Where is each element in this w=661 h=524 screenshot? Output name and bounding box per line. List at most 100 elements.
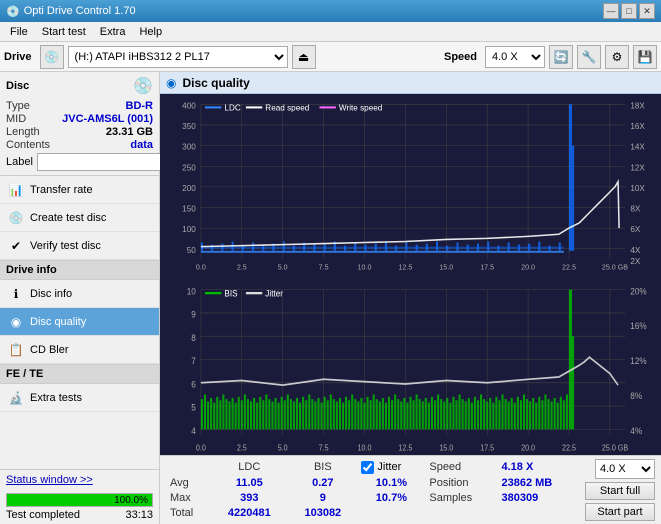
svg-text:7: 7 xyxy=(191,355,196,366)
disc-mid-value: JVC-AMS6L (001) xyxy=(62,113,153,125)
svg-text:Jitter: Jitter xyxy=(265,288,283,299)
drive-select[interactable]: (H:) ATAPI iHBS312 2 PL17 xyxy=(68,46,288,68)
start-full-button[interactable]: Start full xyxy=(585,482,655,500)
svg-text:200: 200 xyxy=(182,184,196,193)
speed-label: Speed xyxy=(444,51,477,63)
stats-total-bis: 103082 xyxy=(288,506,357,521)
drive-toolbar: Drive 💿 (H:) ATAPI iHBS312 2 PL17 ⏏ Spee… xyxy=(0,42,661,72)
disc-type-value: BD-R xyxy=(126,100,154,112)
status-window-link[interactable]: Status window >> xyxy=(0,469,159,490)
nav-label-transfer-rate: Transfer rate xyxy=(30,184,93,196)
svg-text:22.5: 22.5 xyxy=(562,442,576,452)
disc-length-label: Length xyxy=(6,126,40,138)
jitter-checkbox[interactable] xyxy=(361,461,374,474)
svg-text:5: 5 xyxy=(191,402,196,413)
svg-text:17.5: 17.5 xyxy=(480,442,494,452)
disc-mid-label: MID xyxy=(6,113,26,125)
svg-text:50: 50 xyxy=(187,246,197,255)
svg-text:2.5: 2.5 xyxy=(237,442,247,452)
sidebar-item-extra-tests[interactable]: 🔬 Extra tests xyxy=(0,384,159,412)
disc-quality-icon: ◉ xyxy=(8,314,24,330)
svg-text:100: 100 xyxy=(182,225,196,234)
extra-tests-icon: 🔬 xyxy=(8,390,24,406)
disc-info-icon: ℹ xyxy=(8,286,24,302)
close-button[interactable]: ✕ xyxy=(639,3,655,19)
stats-samples-value: 380309 xyxy=(498,491,582,506)
start-part-button[interactable]: Start part xyxy=(585,503,655,521)
svg-text:LDC: LDC xyxy=(224,103,240,112)
disc-quality-header-icon: ◉ xyxy=(166,76,176,90)
disc-type-row: Type BD-R xyxy=(6,100,153,112)
stats-total-label: Total xyxy=(166,506,210,521)
content-area: ◉ Disc quality xyxy=(160,72,661,524)
jitter-checkbox-label[interactable]: Jitter xyxy=(361,461,421,474)
svg-text:25.0 GB: 25.0 GB xyxy=(602,263,628,271)
stats-total-ldc: 4220481 xyxy=(210,506,288,521)
svg-text:20.0: 20.0 xyxy=(521,442,535,452)
stats-table: LDC BIS Jitter Speed 4.18 X Avg 11.05 0.… xyxy=(166,459,581,521)
sidebar-item-disc-info[interactable]: ℹ Disc info xyxy=(0,280,159,308)
stats-max-ldc: 393 xyxy=(210,491,288,506)
jitter-checkbox-cell: Jitter xyxy=(357,459,425,475)
svg-text:12.5: 12.5 xyxy=(398,263,412,271)
eject-button[interactable]: ⏏ xyxy=(292,45,316,69)
svg-text:250: 250 xyxy=(182,163,196,172)
menu-extra[interactable]: Extra xyxy=(94,24,132,40)
config-button2[interactable]: ⚙ xyxy=(605,45,629,69)
stats-speed-value: 4.18 X xyxy=(498,459,582,475)
config-button1[interactable]: 🔧 xyxy=(577,45,601,69)
menu-start-test[interactable]: Start test xyxy=(36,24,92,40)
stats-speed-select[interactable]: 4.0 X xyxy=(595,459,655,479)
svg-text:150: 150 xyxy=(182,205,196,214)
stats-max-jitter: 10.7% xyxy=(357,491,425,506)
stats-col-bis: BIS xyxy=(288,459,357,475)
create-test-disc-icon: 💿 xyxy=(8,210,24,226)
svg-text:350: 350 xyxy=(182,122,196,131)
nav-label-disc-info: Disc info xyxy=(30,288,72,300)
svg-text:4%: 4% xyxy=(630,425,642,436)
drive-icon-btn[interactable]: 💿 xyxy=(40,45,64,69)
svg-text:17.5: 17.5 xyxy=(480,263,494,271)
speed-select[interactable]: 4.0 X xyxy=(485,46,545,68)
sidebar-item-cd-bler[interactable]: 📋 CD Bler xyxy=(0,336,159,364)
stats-max-bis: 9 xyxy=(288,491,357,506)
disc-length-row: Length 23.31 GB xyxy=(6,126,153,138)
svg-text:8: 8 xyxy=(191,332,196,343)
sidebar-item-create-test-disc[interactable]: 💿 Create test disc xyxy=(0,204,159,232)
nav-label-verify-test-disc: Verify test disc xyxy=(30,240,101,252)
disc-panel: Disc 💿 Type BD-R MID JVC-AMS6L (001) Len… xyxy=(0,72,159,176)
menu-help[interactable]: Help xyxy=(133,24,168,40)
sidebar-item-disc-quality[interactable]: ◉ Disc quality xyxy=(0,308,159,336)
svg-text:8X: 8X xyxy=(630,205,641,214)
sidebar: Disc 💿 Type BD-R MID JVC-AMS6L (001) Len… xyxy=(0,72,160,524)
disc-contents-label: Contents xyxy=(6,139,50,151)
svg-text:10.0: 10.0 xyxy=(358,442,372,452)
chart-bottom: 10 9 8 7 6 5 4 20% 16% 12% 8% 4% 0.0 2.5 xyxy=(160,278,661,456)
save-button[interactable]: 💾 xyxy=(633,45,657,69)
svg-text:14X: 14X xyxy=(630,143,645,152)
disc-contents-value: data xyxy=(130,139,153,151)
stats-position-label: Position xyxy=(425,475,497,490)
stats-bar: LDC BIS Jitter Speed 4.18 X Avg 11.05 0.… xyxy=(160,455,661,524)
cd-bler-icon: 📋 xyxy=(8,342,24,358)
sidebar-item-transfer-rate[interactable]: 📊 Transfer rate xyxy=(0,176,159,204)
verify-test-disc-icon: ✔ xyxy=(8,238,24,254)
svg-text:10X: 10X xyxy=(630,184,645,193)
buttons-speed-area: 4.0 X Start full Start part xyxy=(585,459,655,521)
svg-text:18X: 18X xyxy=(630,101,645,110)
svg-text:16%: 16% xyxy=(630,320,647,331)
jitter-label-text: Jitter xyxy=(377,461,401,473)
sidebar-item-verify-test-disc[interactable]: ✔ Verify test disc xyxy=(0,232,159,260)
titlebar: 💿 Opti Drive Control 1.70 — □ ✕ xyxy=(0,0,661,22)
svg-text:16X: 16X xyxy=(630,122,645,131)
svg-text:5.0: 5.0 xyxy=(278,263,288,271)
maximize-button[interactable]: □ xyxy=(621,3,637,19)
status-bottom: Test completed 33:13 xyxy=(6,509,153,521)
menu-file[interactable]: File xyxy=(4,24,34,40)
svg-text:8%: 8% xyxy=(630,390,642,401)
refresh-button[interactable]: 🔄 xyxy=(549,45,573,69)
minimize-button[interactable]: — xyxy=(603,3,619,19)
stats-avg-label: Avg xyxy=(166,475,210,490)
svg-text:4: 4 xyxy=(191,425,196,436)
nav-label-cd-bler: CD Bler xyxy=(30,344,69,356)
